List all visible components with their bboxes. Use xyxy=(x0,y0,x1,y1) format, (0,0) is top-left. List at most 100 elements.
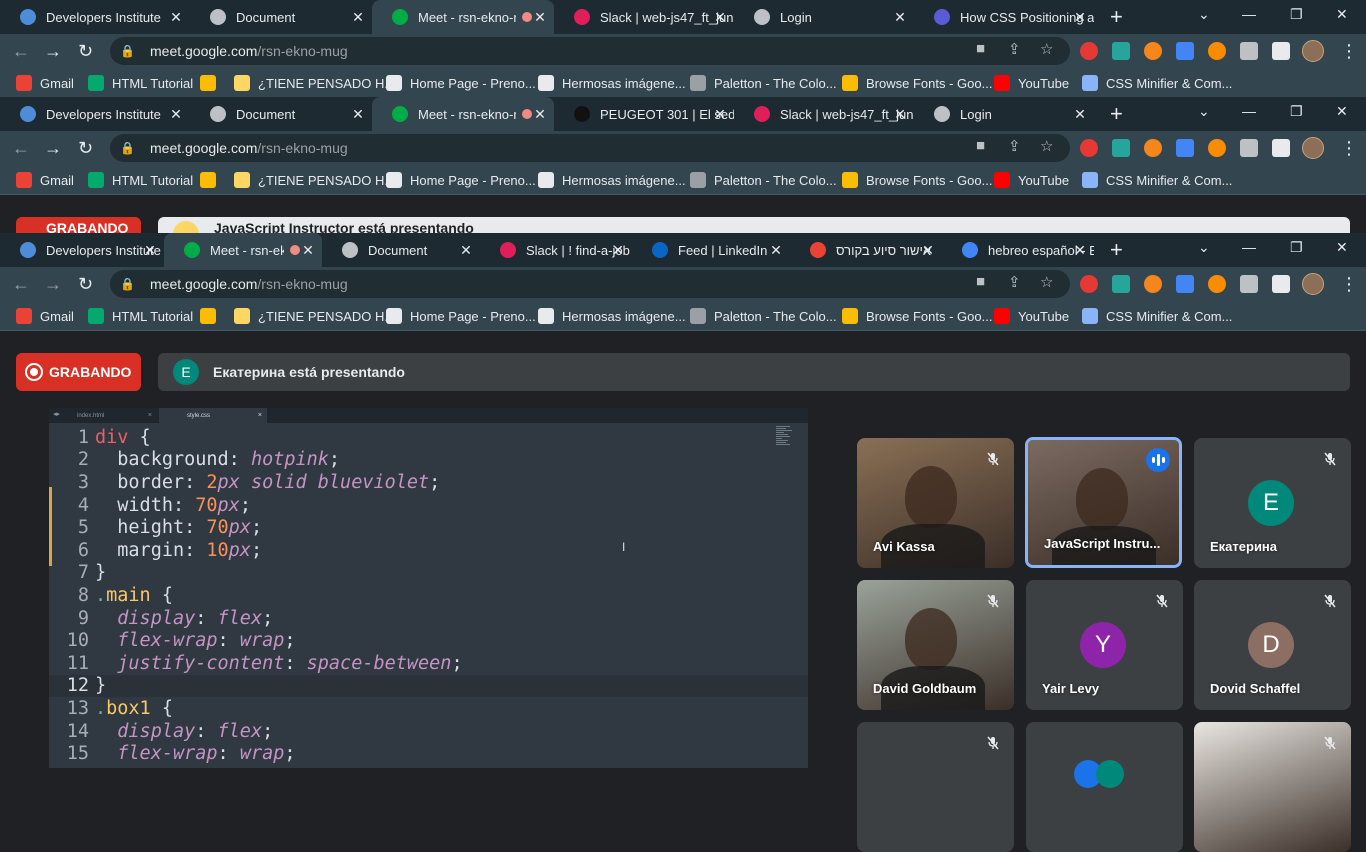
share-icon[interactable]: ⇪ xyxy=(1008,273,1021,291)
forward-icon[interactable]: → xyxy=(44,41,62,62)
reload-icon[interactable]: ↻ xyxy=(78,274,93,295)
metamask-icon[interactable] xyxy=(1144,42,1162,60)
close-icon[interactable]: ✕ xyxy=(712,9,728,26)
minimize-icon[interactable]: — xyxy=(1242,239,1256,255)
browser-tab[interactable]: Meet - rsn-ekno-mug ✕ xyxy=(372,97,554,131)
puzzle-icon[interactable] xyxy=(1240,42,1258,60)
bookmark-item[interactable]: Gmail xyxy=(16,308,74,324)
participant-tile[interactable]: Avi Kassa xyxy=(857,438,1014,568)
recording-badge[interactable]: GRABANDO xyxy=(16,353,141,391)
translate-extension-icon[interactable] xyxy=(1176,139,1194,157)
bookmark-item[interactable]: Hermosas imágene... xyxy=(538,308,686,324)
new-tab-icon[interactable]: + xyxy=(1110,101,1123,127)
minimize-icon[interactable]: — xyxy=(1242,103,1256,119)
browser-tab[interactable]: Login ✕ xyxy=(914,97,1094,131)
bookmark-star-icon[interactable]: ☆ xyxy=(1040,273,1053,291)
close-icon[interactable]: ✕ xyxy=(350,9,366,26)
close-icon[interactable]: ✕ xyxy=(892,106,908,123)
close-icon[interactable]: ✕ xyxy=(168,106,184,123)
honey-extension-icon[interactable] xyxy=(1208,42,1226,60)
bookmark-item[interactable] xyxy=(200,75,224,91)
bookmark-item[interactable]: Hermosas imágene... xyxy=(538,172,686,188)
honey-extension-icon[interactable] xyxy=(1208,139,1226,157)
lock-icon[interactable]: 🔒 xyxy=(120,141,140,155)
forward-icon[interactable]: → xyxy=(44,138,62,159)
browser-tab[interactable]: hebreo español - B ✕ xyxy=(942,233,1094,267)
back-icon[interactable]: ← xyxy=(12,274,30,295)
restore-icon[interactable]: ❐ xyxy=(1290,6,1303,23)
close-window-icon[interactable]: ✕ xyxy=(1336,239,1348,256)
bookmark-item[interactable]: CSS Minifier & Com... xyxy=(1082,172,1232,188)
participant-tile[interactable]: Y Yair Levy xyxy=(1026,580,1183,710)
browser-tab[interactable]: Meet - rsn-ek ✕ xyxy=(164,233,322,267)
bookmark-item[interactable]: Home Page - Preno... xyxy=(386,75,536,91)
puzzle-icon[interactable] xyxy=(1240,275,1258,293)
close-icon[interactable]: × xyxy=(258,412,262,419)
browser-tab[interactable]: Slack | ! find-a-job ✕ xyxy=(480,233,632,267)
minimize-icon[interactable]: — xyxy=(1242,6,1256,22)
close-icon[interactable]: ✕ xyxy=(168,9,184,26)
bookmark-item[interactable]: YouTube xyxy=(994,172,1069,188)
metamask-icon[interactable] xyxy=(1144,139,1162,157)
profile-avatar[interactable] xyxy=(1302,137,1324,159)
close-icon[interactable]: ✕ xyxy=(532,9,548,26)
sidebar-icon[interactable] xyxy=(1272,42,1290,60)
browser-tab[interactable]: Developers Institute ✕ xyxy=(0,233,164,267)
participant-tile[interactable]: David Goldbaum xyxy=(857,580,1014,710)
translate-extension-icon[interactable] xyxy=(1176,42,1194,60)
address-bar[interactable]: 🔒 meet.google.com/rsn-ekno-mug xyxy=(110,37,1070,65)
close-icon[interactable]: ✕ xyxy=(458,242,474,259)
browser-tab[interactable]: PEUGEOT 301 | El sedán✕ xyxy=(554,97,734,131)
browser-tab[interactable]: אישור סיוע בקורס ✕ xyxy=(790,233,942,267)
metamask-icon[interactable] xyxy=(1144,275,1162,293)
bookmark-item[interactable]: YouTube xyxy=(994,308,1069,324)
bookmark-item[interactable]: CSS Minifier & Com... xyxy=(1082,75,1232,91)
browser-tab[interactable]: Slack | web-js47_ft_jun ✕ xyxy=(554,0,734,34)
restore-icon[interactable]: ❐ xyxy=(1290,103,1303,120)
share-icon[interactable]: ⇪ xyxy=(1008,40,1021,58)
sidebar-icon[interactable] xyxy=(1272,139,1290,157)
bookmark-item[interactable]: ¿TIENE PENSADO H... xyxy=(234,308,395,324)
translate-extension-icon[interactable] xyxy=(1176,275,1194,293)
close-window-icon[interactable]: ✕ xyxy=(1336,6,1348,23)
participant-tile[interactable] xyxy=(1026,722,1183,852)
camera-icon[interactable]: ■ xyxy=(976,137,985,154)
menu-icon[interactable]: ⋮ xyxy=(1340,138,1358,159)
close-icon[interactable]: ✕ xyxy=(892,9,908,26)
camera-icon[interactable]: ■ xyxy=(976,40,985,57)
participant-tile[interactable] xyxy=(1194,722,1351,852)
sidebar-icon[interactable] xyxy=(1272,275,1290,293)
chevron-down-icon[interactable]: ⌄ xyxy=(1198,103,1210,120)
close-icon[interactable]: ✕ xyxy=(768,242,784,259)
browser-tab[interactable]: Login ✕ xyxy=(734,0,914,34)
participant-tile[interactable] xyxy=(857,722,1014,852)
chevron-down-icon[interactable]: ⌄ xyxy=(1198,239,1210,256)
code-area[interactable]: 1 div {2 background: hotpink; 3 border: 2p… xyxy=(49,426,808,765)
bookmark-item[interactable]: Gmail xyxy=(16,172,74,188)
bookmark-star-icon[interactable]: ☆ xyxy=(1040,137,1053,155)
browser-tab[interactable]: Developers Institute ✕ xyxy=(0,97,190,131)
close-icon[interactable]: ✕ xyxy=(300,242,316,259)
close-icon[interactable]: ✕ xyxy=(712,106,728,123)
participant-tile[interactable]: D Dovid Schaffel xyxy=(1194,580,1351,710)
close-icon[interactable]: ✕ xyxy=(1072,106,1088,123)
address-bar[interactable]: 🔒 meet.google.com/rsn-ekno-mug xyxy=(110,270,1070,298)
bookmark-item[interactable]: Browse Fonts - Goo... xyxy=(842,308,992,324)
chevron-down-icon[interactable]: ⌄ xyxy=(1198,6,1210,23)
bookmark-item[interactable]: Paletton - The Colo... xyxy=(690,75,837,91)
bookmark-item[interactable] xyxy=(200,172,224,188)
close-icon[interactable]: ✕ xyxy=(1072,242,1088,259)
editor-tab[interactable]: index.html × xyxy=(49,408,157,423)
profile-avatar[interactable] xyxy=(1302,273,1324,295)
editor-tab[interactable]: style.css × xyxy=(159,408,267,423)
forward-icon[interactable]: → xyxy=(44,274,62,295)
grammar-extension-icon[interactable] xyxy=(1112,139,1130,157)
bookmark-star-icon[interactable]: ☆ xyxy=(1040,40,1053,58)
menu-icon[interactable]: ⋮ xyxy=(1340,274,1358,295)
bookmark-item[interactable]: HTML Tutorial xyxy=(88,308,193,324)
bookmark-item[interactable]: Browse Fonts - Goo... xyxy=(842,75,992,91)
browser-tab[interactable]: Developers Institute ✕ xyxy=(0,0,190,34)
bookmark-item[interactable]: Home Page - Preno... xyxy=(386,308,536,324)
close-icon[interactable]: ✕ xyxy=(142,242,158,259)
participant-tile[interactable]: JavaScript Instru... xyxy=(1025,437,1182,568)
